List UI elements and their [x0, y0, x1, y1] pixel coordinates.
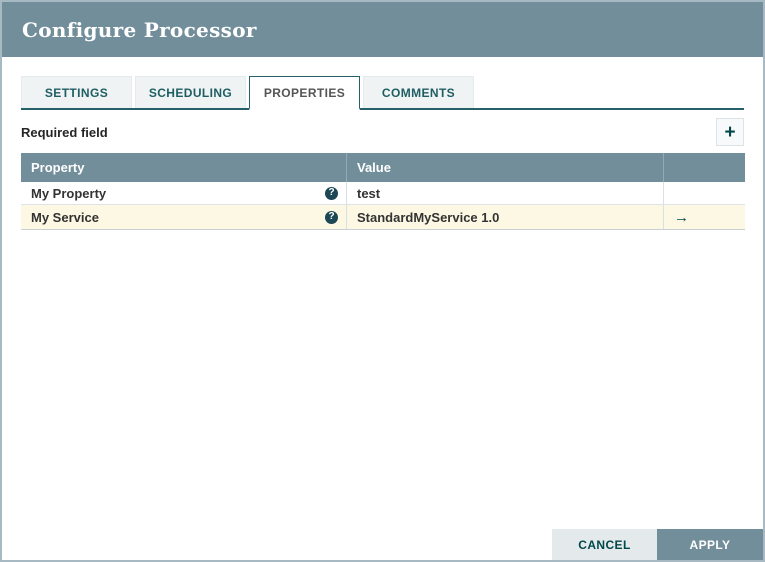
property-cell: My Property ?: [21, 182, 346, 204]
tab-comments[interactable]: COMMENTS: [363, 76, 474, 108]
required-field-label: Required field: [21, 125, 108, 140]
property-value: StandardMyService 1.0: [357, 210, 499, 225]
dialog-title: Configure Processor: [22, 18, 257, 42]
goto-arrow-icon[interactable]: →: [674, 209, 689, 226]
tab-bar: SETTINGS SCHEDULING PROPERTIES COMMENTS: [21, 76, 744, 110]
plus-icon: +: [724, 123, 735, 142]
action-cell: [663, 182, 745, 204]
table-row[interactable]: My Property ? test: [21, 182, 745, 205]
help-icon[interactable]: ?: [325, 187, 338, 200]
properties-table: Property Value My Property ? test My Ser…: [21, 153, 745, 230]
property-cell: My Service ?: [21, 205, 346, 229]
table-row[interactable]: My Service ? StandardMyService 1.0 →: [21, 205, 745, 230]
configure-processor-dialog: Configure Processor SETTINGS SCHEDULING …: [0, 0, 765, 562]
tab-scheduling[interactable]: SCHEDULING: [135, 76, 246, 108]
table-body: My Property ? test My Service ? Standard…: [21, 182, 745, 230]
column-header-property: Property: [21, 160, 346, 175]
dialog-content: SETTINGS SCHEDULING PROPERTIES COMMENTS …: [2, 57, 763, 230]
properties-toolbar: Required field +: [21, 118, 744, 146]
table-header: Property Value: [21, 153, 745, 182]
cancel-button[interactable]: CANCEL: [552, 529, 657, 560]
tab-settings-label: SETTINGS: [45, 86, 108, 100]
column-header-action: [663, 153, 745, 182]
value-cell[interactable]: test: [346, 182, 663, 204]
value-cell[interactable]: StandardMyService 1.0: [346, 205, 663, 229]
property-value: test: [357, 186, 380, 201]
tab-properties[interactable]: PROPERTIES: [249, 76, 360, 110]
action-cell: →: [663, 205, 745, 229]
property-name: My Property: [31, 186, 106, 201]
help-icon[interactable]: ?: [325, 211, 338, 224]
property-name: My Service: [31, 210, 99, 225]
column-header-value: Value: [346, 153, 663, 182]
apply-button[interactable]: APPLY: [657, 529, 763, 560]
dialog-footer: CANCEL APPLY: [552, 529, 763, 560]
tab-settings[interactable]: SETTINGS: [21, 76, 132, 108]
add-property-button[interactable]: +: [716, 118, 744, 146]
tab-scheduling-label: SCHEDULING: [149, 86, 232, 100]
tab-comments-label: COMMENTS: [382, 86, 455, 100]
tab-properties-label: PROPERTIES: [264, 86, 345, 100]
dialog-header: Configure Processor: [2, 2, 763, 57]
